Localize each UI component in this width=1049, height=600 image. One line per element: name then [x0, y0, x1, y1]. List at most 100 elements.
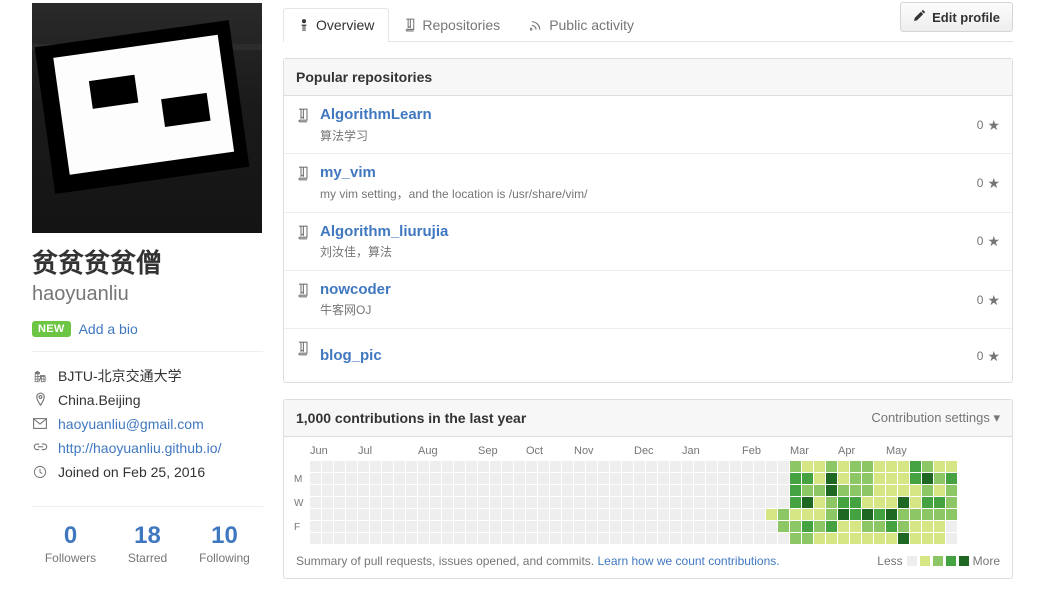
contribution-day-cell[interactable]	[442, 533, 453, 545]
contribution-day-cell[interactable]	[754, 473, 765, 485]
contribution-day-cell[interactable]	[442, 509, 453, 521]
contribution-day-cell[interactable]	[310, 521, 321, 533]
contribution-day-cell[interactable]	[946, 497, 957, 509]
contribution-day-cell[interactable]	[490, 497, 501, 509]
table-row[interactable]: my_vim my vim setting，and the location is…	[284, 154, 1012, 213]
contribution-day-cell[interactable]	[706, 473, 717, 485]
contribution-day-cell[interactable]	[646, 533, 657, 545]
contribution-day-cell[interactable]	[370, 473, 381, 485]
contribution-day-cell[interactable]	[610, 521, 621, 533]
contribution-day-cell[interactable]	[538, 533, 549, 545]
contribution-day-cell[interactable]	[526, 533, 537, 545]
contribution-day-cell[interactable]	[502, 485, 513, 497]
contribution-day-cell[interactable]	[946, 485, 957, 497]
contribution-day-cell[interactable]	[790, 461, 801, 473]
contribution-day-cell[interactable]	[418, 473, 429, 485]
contribution-day-cell[interactable]	[598, 485, 609, 497]
contribution-day-cell[interactable]	[742, 485, 753, 497]
contribution-day-cell[interactable]	[574, 521, 585, 533]
contribution-day-cell[interactable]	[310, 509, 321, 521]
contribution-day-cell[interactable]	[586, 461, 597, 473]
contribution-day-cell[interactable]	[334, 509, 345, 521]
edit-profile-button[interactable]: Edit profile	[900, 2, 1013, 32]
contribution-day-cell[interactable]	[790, 509, 801, 521]
contribution-day-cell[interactable]	[874, 485, 885, 497]
contribution-day-cell[interactable]	[454, 461, 465, 473]
contribution-day-cell[interactable]	[814, 473, 825, 485]
contribution-day-cell[interactable]	[838, 521, 849, 533]
contribution-day-cell[interactable]	[874, 461, 885, 473]
contribution-day-cell[interactable]	[562, 521, 573, 533]
contribution-day-cell[interactable]	[358, 509, 369, 521]
contribution-day-cell[interactable]	[718, 509, 729, 521]
contribution-day-cell[interactable]	[826, 533, 837, 545]
contribution-day-cell[interactable]	[550, 473, 561, 485]
contribution-day-cell[interactable]	[706, 533, 717, 545]
contribution-day-cell[interactable]	[382, 533, 393, 545]
contribution-day-cell[interactable]	[922, 485, 933, 497]
contribution-day-cell[interactable]	[934, 485, 945, 497]
contribution-settings-button[interactable]: Contribution settings ▾	[871, 410, 1000, 426]
contribution-day-cell[interactable]	[706, 509, 717, 521]
contribution-day-cell[interactable]	[694, 509, 705, 521]
contribution-day-cell[interactable]	[622, 521, 633, 533]
contribution-day-cell[interactable]	[466, 533, 477, 545]
contribution-day-cell[interactable]	[574, 461, 585, 473]
contribution-day-cell[interactable]	[550, 533, 561, 545]
learn-contributions-link[interactable]: Learn how we count contributions.	[597, 554, 779, 568]
table-row[interactable]: AlgorithmLearn 算法学习 0 ★	[284, 96, 1012, 155]
contribution-day-cell[interactable]	[814, 485, 825, 497]
contribution-day-cell[interactable]	[658, 485, 669, 497]
contribution-day-cell[interactable]	[682, 461, 693, 473]
contribution-day-cell[interactable]	[658, 473, 669, 485]
contribution-day-cell[interactable]	[910, 485, 921, 497]
contribution-day-cell[interactable]	[490, 485, 501, 497]
contribution-day-cell[interactable]	[694, 497, 705, 509]
contribution-day-cell[interactable]	[322, 473, 333, 485]
contribution-day-cell[interactable]	[898, 473, 909, 485]
contribution-day-cell[interactable]	[718, 533, 729, 545]
contribution-day-cell[interactable]	[334, 473, 345, 485]
contribution-day-cell[interactable]	[310, 485, 321, 497]
contribution-day-cell[interactable]	[574, 473, 585, 485]
contribution-day-cell[interactable]	[562, 533, 573, 545]
contribution-day-cell[interactable]	[934, 509, 945, 521]
contribution-day-cell[interactable]	[514, 485, 525, 497]
contribution-day-cell[interactable]	[550, 485, 561, 497]
contribution-day-cell[interactable]	[370, 497, 381, 509]
contribution-day-cell[interactable]	[850, 497, 861, 509]
contribution-day-cell[interactable]	[466, 473, 477, 485]
contribution-day-cell[interactable]	[826, 461, 837, 473]
contribution-day-cell[interactable]	[682, 533, 693, 545]
contribution-day-cell[interactable]	[826, 485, 837, 497]
contribution-day-cell[interactable]	[814, 497, 825, 509]
contribution-day-cell[interactable]	[934, 521, 945, 533]
contribution-day-cell[interactable]	[406, 533, 417, 545]
contribution-day-cell[interactable]	[334, 461, 345, 473]
contribution-day-cell[interactable]	[586, 497, 597, 509]
contribution-day-cell[interactable]	[466, 461, 477, 473]
contribution-day-cell[interactable]	[766, 461, 777, 473]
contribution-day-cell[interactable]	[454, 533, 465, 545]
contribution-day-cell[interactable]	[346, 461, 357, 473]
tab-overview[interactable]: Overview	[283, 8, 390, 42]
contribution-day-cell[interactable]	[670, 461, 681, 473]
contribution-day-cell[interactable]	[634, 521, 645, 533]
contribution-day-cell[interactable]	[514, 473, 525, 485]
contribution-day-cell[interactable]	[646, 497, 657, 509]
contribution-day-cell[interactable]	[790, 533, 801, 545]
contribution-day-cell[interactable]	[682, 497, 693, 509]
contribution-day-cell[interactable]	[922, 533, 933, 545]
contribution-day-cell[interactable]	[562, 485, 573, 497]
contribution-day-cell[interactable]	[418, 509, 429, 521]
contribution-day-cell[interactable]	[490, 533, 501, 545]
stat-following[interactable]: 10 Following	[186, 522, 263, 565]
contribution-day-cell[interactable]	[658, 461, 669, 473]
contribution-day-cell[interactable]	[442, 461, 453, 473]
contribution-day-cell[interactable]	[802, 473, 813, 485]
contribution-day-cell[interactable]	[382, 521, 393, 533]
contribution-day-cell[interactable]	[670, 497, 681, 509]
contribution-day-cell[interactable]	[430, 485, 441, 497]
contribution-day-cell[interactable]	[418, 497, 429, 509]
contribution-day-cell[interactable]	[418, 521, 429, 533]
